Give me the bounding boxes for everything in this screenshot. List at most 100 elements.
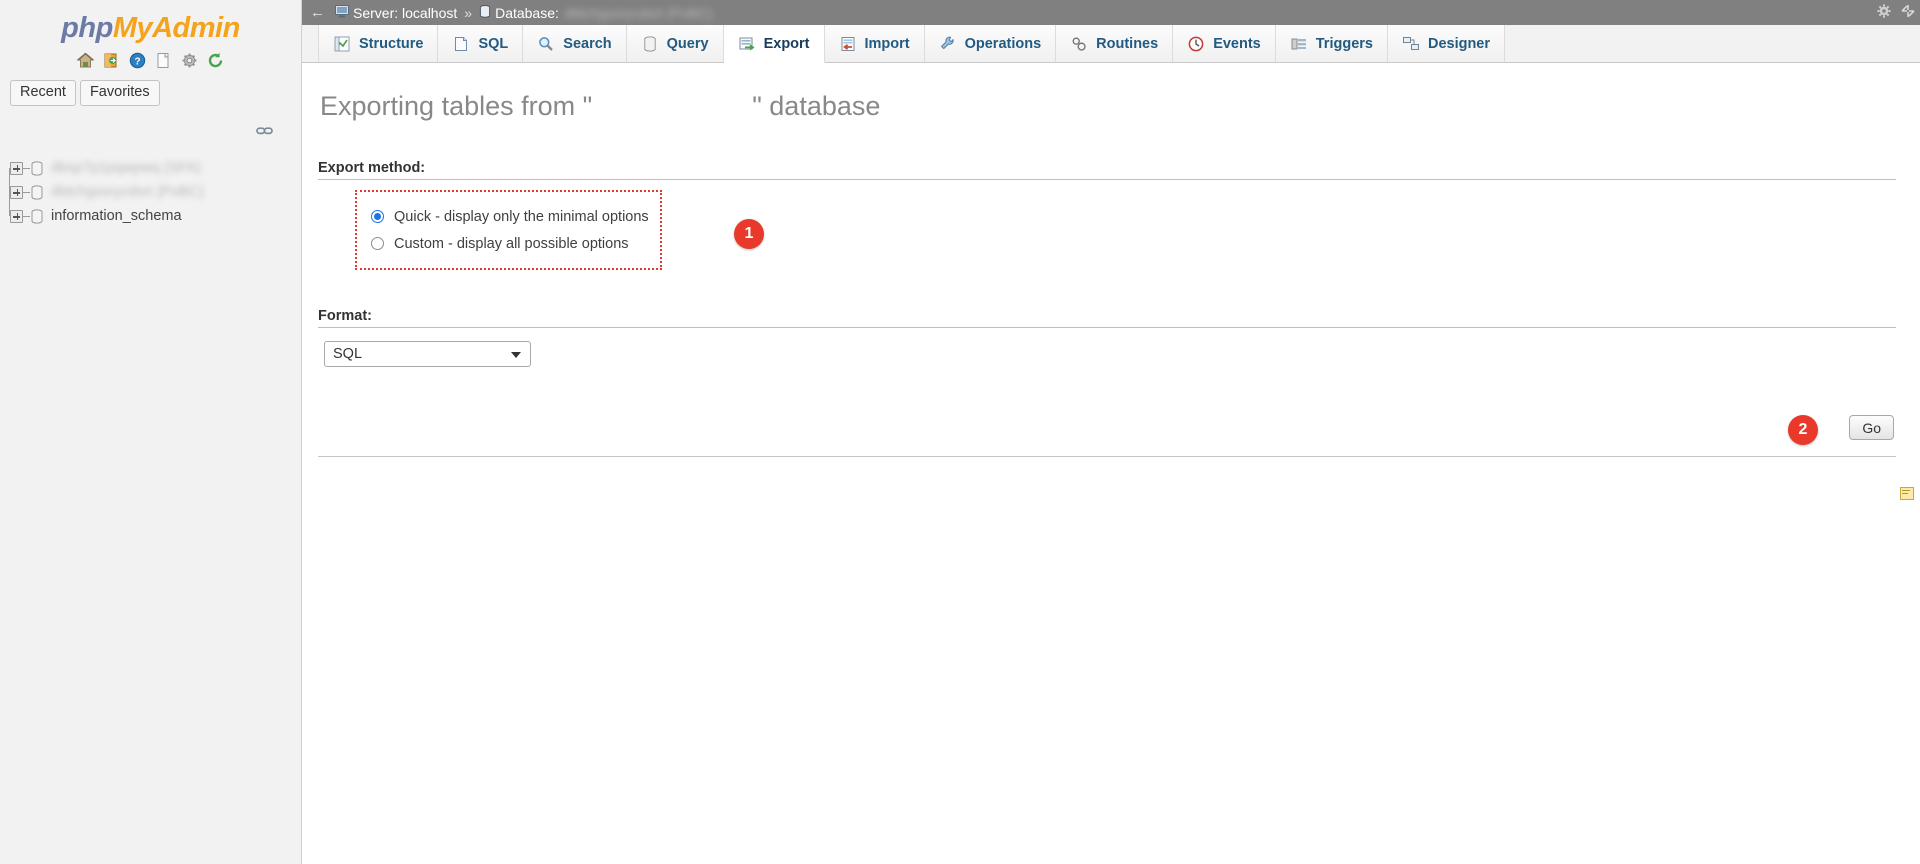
go-divider (318, 456, 1896, 457)
recent-favorites-row: Recent Favorites (0, 80, 301, 107)
format-label: Format: (318, 308, 372, 324)
search-icon (537, 35, 555, 53)
svg-text:?: ? (134, 57, 140, 68)
tab-export[interactable]: Export (723, 25, 825, 63)
tab-structure[interactable]: Structure (318, 25, 439, 62)
export-method-quick[interactable]: Quick - display only the minimal options (371, 203, 660, 230)
database-icon (30, 209, 44, 224)
tab-label: Export (763, 35, 810, 52)
format-select-value: SQL (333, 346, 363, 362)
page-title-prefix: Exporting tables from " (320, 91, 593, 121)
page-title: Exporting tables from " " database (302, 63, 1920, 122)
link-icon[interactable] (256, 124, 273, 136)
radio-custom[interactable] (371, 237, 384, 250)
settings-icon[interactable] (180, 51, 199, 70)
reload-icon[interactable] (206, 51, 225, 70)
topbar-actions (1876, 0, 1916, 25)
breadcrumb-database-name: dbtchgssrycdsrt (PoBC) (564, 4, 713, 21)
expand-plus-icon[interactable] (10, 185, 23, 199)
import-icon (839, 35, 857, 53)
tab-label: Events (1213, 35, 1261, 52)
home-icon[interactable] (76, 51, 95, 70)
query-icon (641, 35, 659, 53)
export-method-custom-label: Custom - display all possible options (394, 235, 629, 252)
tab-label: Operations (964, 35, 1042, 52)
annotation-badge-2: 2 (1788, 415, 1818, 445)
events-icon (1187, 35, 1205, 53)
docs-icon[interactable] (154, 51, 173, 70)
tab-label: Designer (1427, 35, 1491, 52)
export-method-quick-label: Quick - display only the minimal options (394, 208, 649, 225)
tab-events[interactable]: Events (1173, 25, 1276, 62)
logo-admin-text: Admin (152, 12, 240, 44)
navigation-sidebar: phpMyAdmin ? Recent Favorites dbsp7p1pqw… (0, 0, 302, 864)
tab-query[interactable]: Query (626, 25, 724, 62)
db-tree-label[interactable]: information_schema (51, 208, 182, 224)
sql-icon (452, 35, 470, 53)
breadcrumb-server[interactable]: Server: localhost (335, 4, 458, 21)
tab-bar: Structure SQL Search Query Export Import… (302, 25, 1920, 63)
go-button[interactable]: Go (1849, 415, 1894, 440)
expand-plus-icon[interactable] (10, 209, 23, 223)
structure-icon (333, 35, 351, 53)
tab-label: Routines (1096, 35, 1159, 52)
routines-icon (1070, 35, 1088, 53)
database-icon (30, 185, 44, 200)
db-tree-item-2[interactable]: information_schema (10, 204, 301, 228)
breadcrumb-database-label: Database: (495, 4, 559, 21)
tab-label: Search (563, 35, 612, 52)
expand-plus-icon[interactable] (10, 161, 23, 175)
breadcrumb-server-label: Server: localhost (353, 4, 458, 21)
tree-dash (23, 167, 30, 169)
export-method-divider (318, 179, 1896, 180)
chevron-down-icon (511, 352, 521, 358)
tab-routines[interactable]: Routines (1056, 25, 1174, 62)
db-tree-label[interactable]: dbtchgssrycdsrt (PoBC) (51, 184, 204, 200)
go-area: 2 Go (302, 407, 1920, 465)
export-method-label: Export method: (318, 160, 426, 176)
db-tree-item-1[interactable]: dbtchgssrycdsrt (PoBC) (10, 180, 301, 204)
export-method-custom[interactable]: Custom - display all possible options (371, 230, 660, 257)
tab-sql[interactable]: SQL (438, 25, 524, 62)
recent-button[interactable]: Recent (10, 80, 76, 107)
export-icon (738, 35, 756, 53)
breadcrumb-bar: ← Server: localhost » Database: dbtchgss… (302, 0, 1920, 25)
tab-import[interactable]: Import (824, 25, 925, 62)
console-note-icon[interactable] (1900, 487, 1914, 500)
sidebar-link-row (0, 120, 301, 146)
tree-dash (23, 191, 30, 193)
phpmyadmin-app: phpMyAdmin ? Recent Favorites dbsp7p1pqw… (0, 0, 1920, 864)
tab-label: Query (666, 35, 709, 52)
collapse-icon[interactable] (1900, 3, 1916, 22)
favorites-button[interactable]: Favorites (79, 80, 160, 107)
db-tree-label[interactable]: dbsp7p1pqwpwq (SFA) (51, 160, 201, 176)
sidebar-quick-icons: ? (0, 49, 301, 78)
designer-icon (1402, 35, 1420, 53)
tab-search[interactable]: Search (523, 25, 627, 62)
radio-quick[interactable] (371, 210, 384, 223)
phpmyadmin-logo[interactable]: phpMyAdmin (0, 0, 301, 49)
tab-operations[interactable]: Operations (924, 25, 1057, 62)
page-title-suffix: " database (752, 91, 881, 121)
database-icon (30, 161, 44, 176)
tab-label: SQL (478, 35, 509, 52)
tab-label: Import (864, 35, 910, 52)
server-icon (335, 4, 349, 21)
main-panel: ← Server: localhost » Database: dbtchgss… (302, 0, 1920, 864)
breadcrumb-database[interactable]: Database: dbtchgssrycdsrt (PoBC) (479, 5, 713, 21)
tab-label: Structure (359, 35, 424, 52)
operations-icon (939, 35, 957, 53)
back-arrow-icon[interactable]: ← (308, 5, 335, 20)
triggers-icon (1290, 35, 1308, 53)
logo-my-text: My (112, 12, 153, 44)
annotation-badge-1: 1 (734, 219, 764, 249)
logout-icon[interactable] (102, 51, 121, 70)
gear-icon[interactable] (1876, 3, 1892, 22)
tree-dash (23, 215, 30, 217)
db-tree-item-0[interactable]: dbsp7p1pqwpwq (SFA) (10, 156, 301, 180)
tab-triggers[interactable]: Triggers (1275, 25, 1388, 62)
export-method-group: Quick - display only the minimal options… (355, 190, 764, 270)
tab-designer[interactable]: Designer (1387, 25, 1506, 62)
format-select[interactable]: SQL (324, 341, 531, 367)
help-icon[interactable]: ? (128, 51, 147, 70)
